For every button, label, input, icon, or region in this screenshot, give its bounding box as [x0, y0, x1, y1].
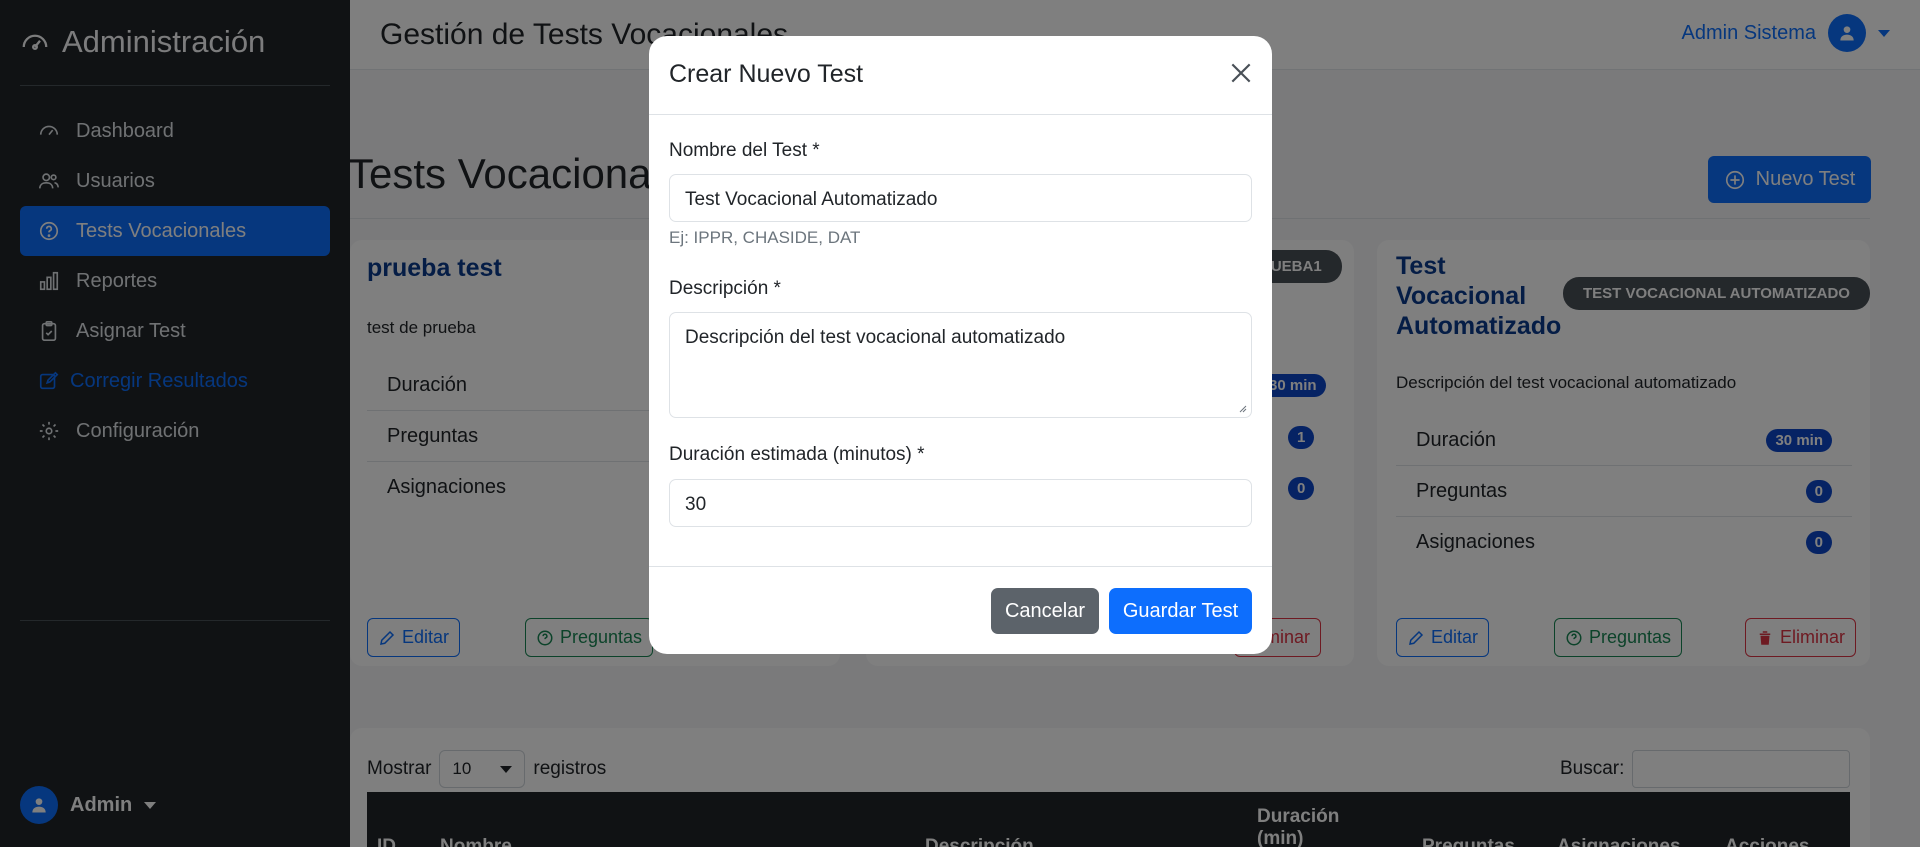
duration-label: Duración estimada (minutos) * [669, 444, 925, 465]
modal-footer-divider [649, 566, 1272, 567]
test-name-input[interactable]: Test Vocacional Automatizado [669, 174, 1252, 222]
modal-header: Crear Nuevo Test [649, 36, 1272, 115]
modal-title: Crear Nuevo Test [669, 60, 864, 88]
cancel-button[interactable]: Cancelar [991, 588, 1099, 634]
resize-handle-icon[interactable] [1237, 403, 1247, 413]
test-name-label: Nombre del Test * [669, 140, 820, 161]
test-name-help: Ej: IPPR, CHASIDE, DAT [669, 228, 861, 247]
save-test-button[interactable]: Guardar Test [1109, 588, 1252, 634]
description-value: Descripción del test vocacional automati… [685, 327, 1066, 348]
description-label: Descripción * [669, 278, 781, 299]
close-icon[interactable] [1228, 60, 1254, 86]
duration-input[interactable]: 30 [669, 479, 1252, 527]
description-textarea[interactable]: Descripción del test vocacional automati… [669, 312, 1252, 418]
create-test-modal: Crear Nuevo Test Nombre del Test * Test … [649, 36, 1272, 654]
